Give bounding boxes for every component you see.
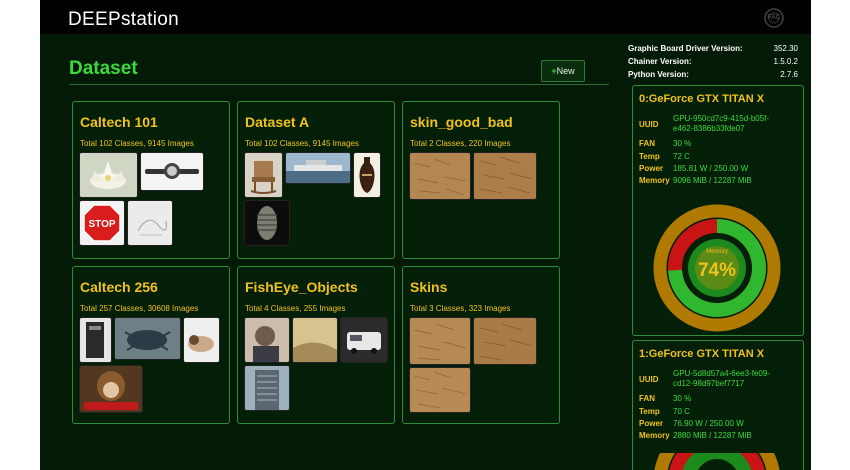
power-label: Power bbox=[639, 164, 664, 173]
dataset-card-skins[interactable]: Skins Total 3 Classes, 323 Images bbox=[402, 266, 560, 424]
thumbnail-room bbox=[292, 317, 338, 363]
power-value: 76.90 W / 250.00 W bbox=[673, 419, 744, 428]
thumbnail-sketch bbox=[127, 200, 173, 246]
gpu-status-panel: Graphic Board Driver Version: 352.30 Chai… bbox=[628, 34, 811, 470]
thumbnail-van bbox=[340, 317, 388, 363]
chainer-version-value: 1.5.0.2 bbox=[773, 57, 798, 66]
thumbnail-orangutan bbox=[79, 365, 143, 413]
memory-value: 9096 MiB / 12287 MiB bbox=[673, 176, 752, 185]
dataset-card-dataset-a[interactable]: Dataset A Total 102 Classes, 9145 Images bbox=[237, 101, 395, 259]
thumbnail-crab bbox=[114, 317, 181, 360]
dataset-name[interactable]: Caltech 256 bbox=[80, 279, 158, 295]
thumbnail-vase bbox=[353, 152, 381, 198]
thumbnail-building bbox=[244, 365, 290, 411]
thumbnail-locker bbox=[79, 317, 112, 363]
uuid-label: UUID bbox=[639, 120, 659, 129]
fan-value: 30 % bbox=[673, 139, 692, 148]
dataset-name[interactable]: Dataset A bbox=[245, 114, 309, 130]
memory-label: Memory bbox=[639, 431, 670, 440]
new-button-label: New bbox=[556, 66, 575, 76]
python-version-value: 2.7.6 bbox=[780, 70, 798, 79]
thumbnail-skin-1 bbox=[409, 152, 471, 200]
dataset-summary: Total 2 Classes, 220 Images bbox=[410, 139, 511, 148]
gpu-title: 1:GeForce GTX TITAN X bbox=[639, 348, 765, 360]
fan-label: FAN bbox=[639, 139, 655, 148]
top-bar: DEEPstation FAC bbox=[40, 0, 811, 34]
dataset-name[interactable]: Caltech 101 bbox=[80, 114, 158, 130]
temp-label: Temp bbox=[639, 152, 660, 161]
dataset-card-fisheye-objects[interactable]: FishEye_Objects Total 4 Classes, 255 Ima… bbox=[237, 266, 395, 424]
thumbnail-watch bbox=[140, 152, 204, 191]
gpu-card-1: 1:GeForce GTX TITAN X UUID GPU-5d8d57a4-… bbox=[632, 340, 804, 470]
driver-version-label: Graphic Board Driver Version: bbox=[628, 44, 743, 53]
thumbnail-skin-1 bbox=[409, 317, 471, 365]
gpu-card-0: 0:GeForce GTX TITAN X UUID GPU-950cd7c9-… bbox=[632, 85, 804, 336]
power-value: 185.81 W / 250.00 W bbox=[673, 164, 749, 173]
dataset-card-skin-good-bad[interactable]: skin_good_bad Total 2 Classes, 220 Image… bbox=[402, 101, 560, 259]
uuid-value: GPU-950cd7c9-415d-b05f-e462-8386b33fde07 bbox=[673, 114, 770, 133]
temp-value: 70 C bbox=[673, 407, 690, 416]
logo-text: FAC bbox=[767, 14, 781, 21]
fan-value: 30 % bbox=[673, 394, 692, 403]
gauge-label: Memory bbox=[706, 249, 728, 255]
memory-gauge: Memory 74% bbox=[653, 204, 781, 332]
dataset-summary: Total 4 Classes, 255 Images bbox=[245, 304, 346, 313]
gauge-value: 74% bbox=[698, 260, 736, 281]
app-window: DEEPstation FAC Dataset +New Caltech 101… bbox=[40, 0, 811, 470]
dataset-card-caltech-101[interactable]: Caltech 101 Total 102 Classes, 9145 Imag… bbox=[72, 101, 230, 259]
thumbnail-skin-3 bbox=[409, 367, 471, 413]
dataset-summary: Total 102 Classes, 9145 Images bbox=[245, 139, 359, 148]
title-divider bbox=[69, 84, 609, 85]
thumbnail-ship bbox=[285, 152, 351, 184]
dataset-card-caltech-256[interactable]: Caltech 256 Total 257 Classes, 30608 Ima… bbox=[72, 266, 230, 424]
dataset-name[interactable]: Skins bbox=[410, 279, 447, 295]
dataset-name[interactable]: FishEye_Objects bbox=[245, 279, 358, 295]
svg-text:STOP: STOP bbox=[88, 219, 115, 230]
thumbnail-skin-2 bbox=[473, 152, 537, 200]
brand-title[interactable]: DEEPstation bbox=[68, 9, 179, 31]
uuid-label: UUID bbox=[639, 375, 659, 384]
memory-value: 2880 MiB / 12287 MiB bbox=[673, 431, 752, 440]
thumbnail-person bbox=[244, 317, 290, 363]
thumbnail-person-lying bbox=[183, 317, 220, 363]
thumbnail-chair bbox=[244, 152, 283, 198]
dataset-summary: Total 102 Classes, 9145 Images bbox=[80, 139, 194, 148]
memory-gauge-partial bbox=[654, 453, 780, 470]
chainer-version-label: Chainer Version: bbox=[628, 57, 692, 66]
temp-value: 72 C bbox=[673, 152, 690, 161]
dataset-panel: Dataset +New Caltech 101 Total 102 Class… bbox=[40, 34, 620, 470]
fan-label: FAN bbox=[639, 394, 655, 403]
uuid-value: GPU-5d8d57a4-6ee3-fe09-cd12-98d97bef7717 bbox=[673, 369, 770, 388]
dataset-summary: Total 257 Classes, 30608 Images bbox=[80, 304, 199, 313]
chainer-version-row: Chainer Version: 1.5.0.2 bbox=[628, 57, 798, 66]
thumbnail-lotus bbox=[79, 152, 138, 198]
thumbnail-stop-sign: STOP bbox=[79, 200, 125, 246]
dataset-summary: Total 3 Classes, 323 Images bbox=[410, 304, 511, 313]
dataset-name[interactable]: skin_good_bad bbox=[410, 114, 513, 130]
fac-logo-icon: FAC bbox=[761, 7, 787, 29]
temp-label: Temp bbox=[639, 407, 660, 416]
power-label: Power bbox=[639, 419, 664, 428]
thumbnail-skin-2 bbox=[473, 317, 537, 365]
new-dataset-button[interactable]: +New bbox=[541, 60, 585, 82]
thumbnail-trilobite bbox=[244, 200, 290, 246]
driver-version-row: Graphic Board Driver Version: 352.30 bbox=[628, 44, 798, 53]
page-title: Dataset bbox=[69, 58, 138, 79]
driver-version-value: 352.30 bbox=[773, 44, 798, 53]
python-version-row: Python Version: 2.7.6 bbox=[628, 70, 798, 79]
python-version-label: Python Version: bbox=[628, 70, 689, 79]
memory-label: Memory bbox=[639, 176, 670, 185]
gpu-title: 0:GeForce GTX TITAN X bbox=[639, 93, 765, 105]
